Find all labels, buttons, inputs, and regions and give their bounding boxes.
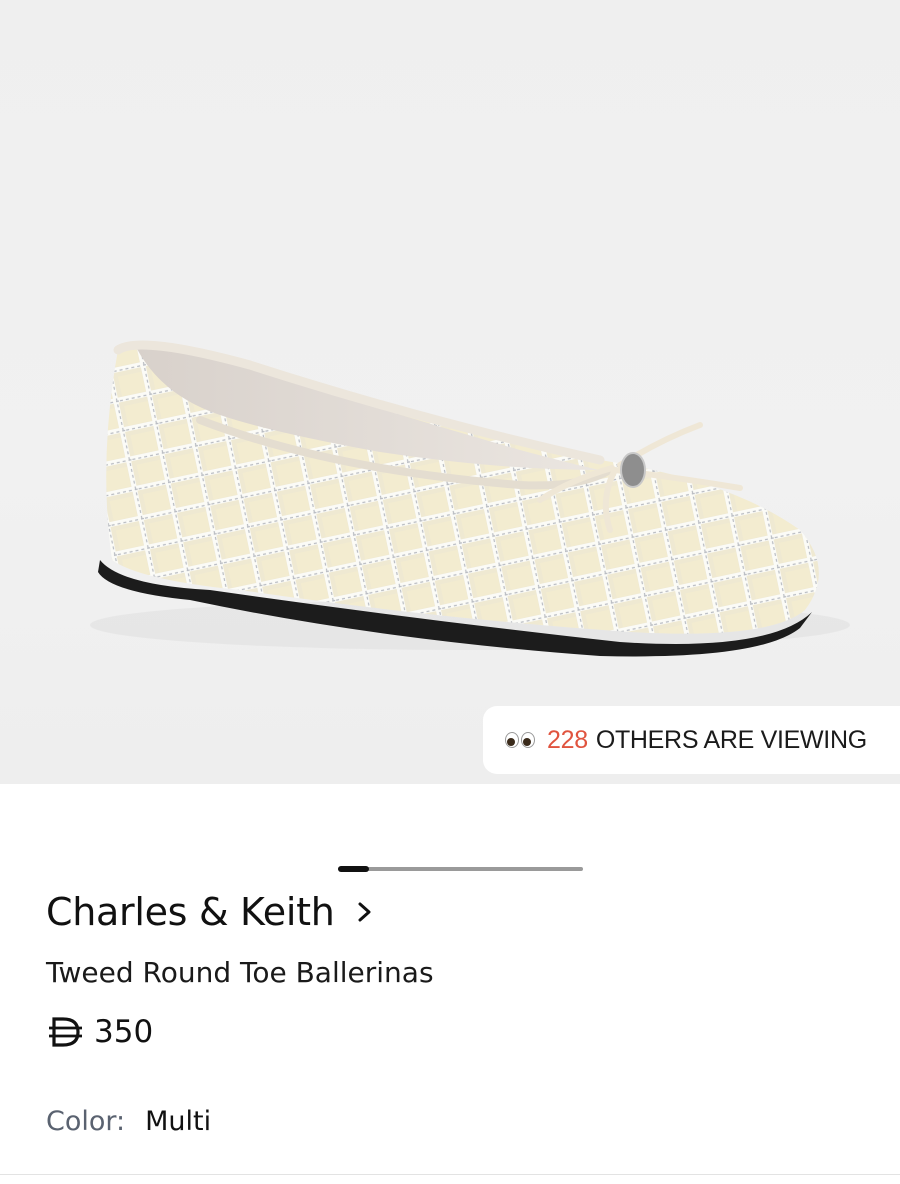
viewers-text: OTHERS ARE VIEWING [595, 725, 867, 754]
color-value: Multi [145, 1106, 212, 1137]
brand-name: Charles & Keith [46, 890, 335, 934]
eyes-icon [505, 732, 535, 748]
divider [0, 1174, 900, 1175]
product-title: Tweed Round Toe Ballerinas [46, 956, 434, 989]
brand-link[interactable]: Charles & Keith [46, 890, 375, 934]
chevron-right-icon [358, 902, 370, 922]
viewers-count: 228 [547, 725, 588, 754]
color-label: Color: [46, 1106, 126, 1137]
price-amount: 350 [94, 1014, 154, 1050]
viewers-badge: 228 OTHERS ARE VIEWING [483, 706, 900, 774]
gallery-progress-indicator [338, 866, 583, 872]
dirham-icon [49, 1017, 82, 1047]
gallery-progress-active [338, 866, 369, 872]
product-image-area[interactable]: 228 OTHERS ARE VIEWING [0, 0, 900, 784]
color-row: Color: Multi [46, 1106, 211, 1137]
ballerina-shoe-image [90, 340, 850, 657]
price: 350 [46, 1014, 153, 1050]
